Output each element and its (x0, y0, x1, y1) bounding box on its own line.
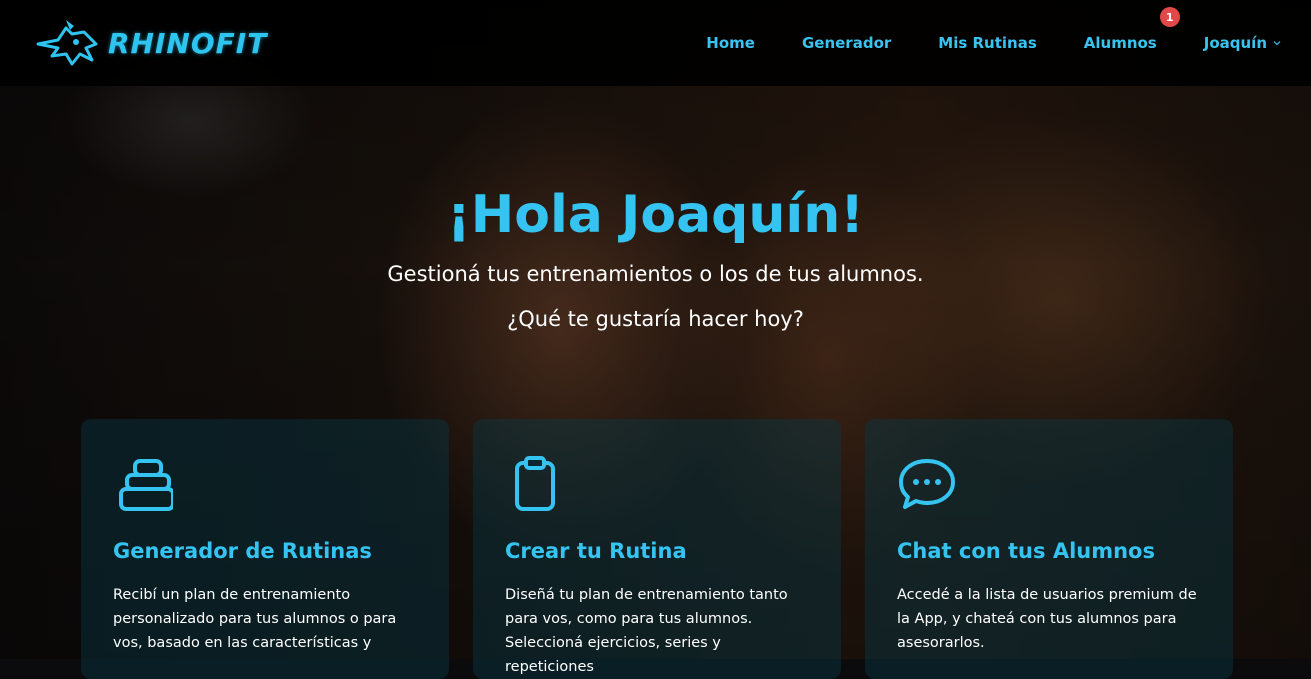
card-title: Chat con tus Alumnos (897, 539, 1155, 563)
card-title: Crear tu Rutina (505, 539, 687, 563)
weight-icon (119, 459, 175, 511)
brand-logo[interactable]: RHINOFIT (36, 14, 267, 72)
main-nav: Home Generador Mis Rutinas Alumnos 1 Joa… (659, 0, 1281, 86)
hero-section: ¡Hola Joaquín! Gestioná tus entrenamient… (0, 180, 1311, 331)
brand-name: RHINOFIT (108, 26, 268, 60)
card-text: Accedé a la lista de usuarios premium de… (897, 587, 1197, 651)
card-generador-rutinas[interactable]: Generador de Rutinas Recibí un plan de e… (81, 419, 449, 679)
hero-question: ¿Qué te gustaría hacer hoy? (507, 307, 804, 331)
nav-alumnos[interactable]: Alumnos 1 (1083, 7, 1180, 52)
chevron-down-icon (1273, 41, 1281, 46)
nav-generador[interactable]: Generador (802, 34, 891, 52)
navbar: RHINOFIT Home Generador Mis Rutinas Alum… (0, 0, 1311, 86)
page-title: ¡Hola Joaquín! (447, 185, 864, 245)
card-chat-alumnos[interactable]: Chat con tus Alumnos Accedé a la lista d… (865, 419, 1233, 679)
card-crear-rutina[interactable]: Crear tu Rutina Diseñá tu plan de entren… (473, 419, 841, 679)
nav-mis-rutinas-label: Mis Rutinas (938, 34, 1037, 52)
card-text: Recibí un plan de entrenamiento personal… (113, 587, 397, 651)
nav-user-label: Joaquín (1203, 34, 1267, 52)
card-text: Diseñá tu plan de entrenamiento tanto pa… (505, 587, 788, 675)
nav-generador-label: Generador (801, 34, 892, 52)
notification-badge: 1 (1159, 7, 1180, 27)
nav-user-menu[interactable]: Joaquín (1204, 34, 1281, 52)
rhino-icon (36, 20, 98, 66)
nav-mis-rutinas[interactable]: Mis Rutinas (938, 34, 1037, 52)
hero-subtitle: Gestioná tus entrenamientos o los de tus… (387, 262, 924, 286)
nav-alumnos-label: Alumnos (1083, 34, 1157, 52)
clipboard-icon (515, 456, 555, 511)
feature-cards: Generador de Rutinas Recibí un plan de e… (81, 419, 1257, 679)
chat-icon (899, 459, 955, 509)
card-title: Generador de Rutinas (113, 539, 372, 563)
nav-home-label: Home (706, 34, 755, 52)
nav-home[interactable]: Home (706, 34, 755, 52)
